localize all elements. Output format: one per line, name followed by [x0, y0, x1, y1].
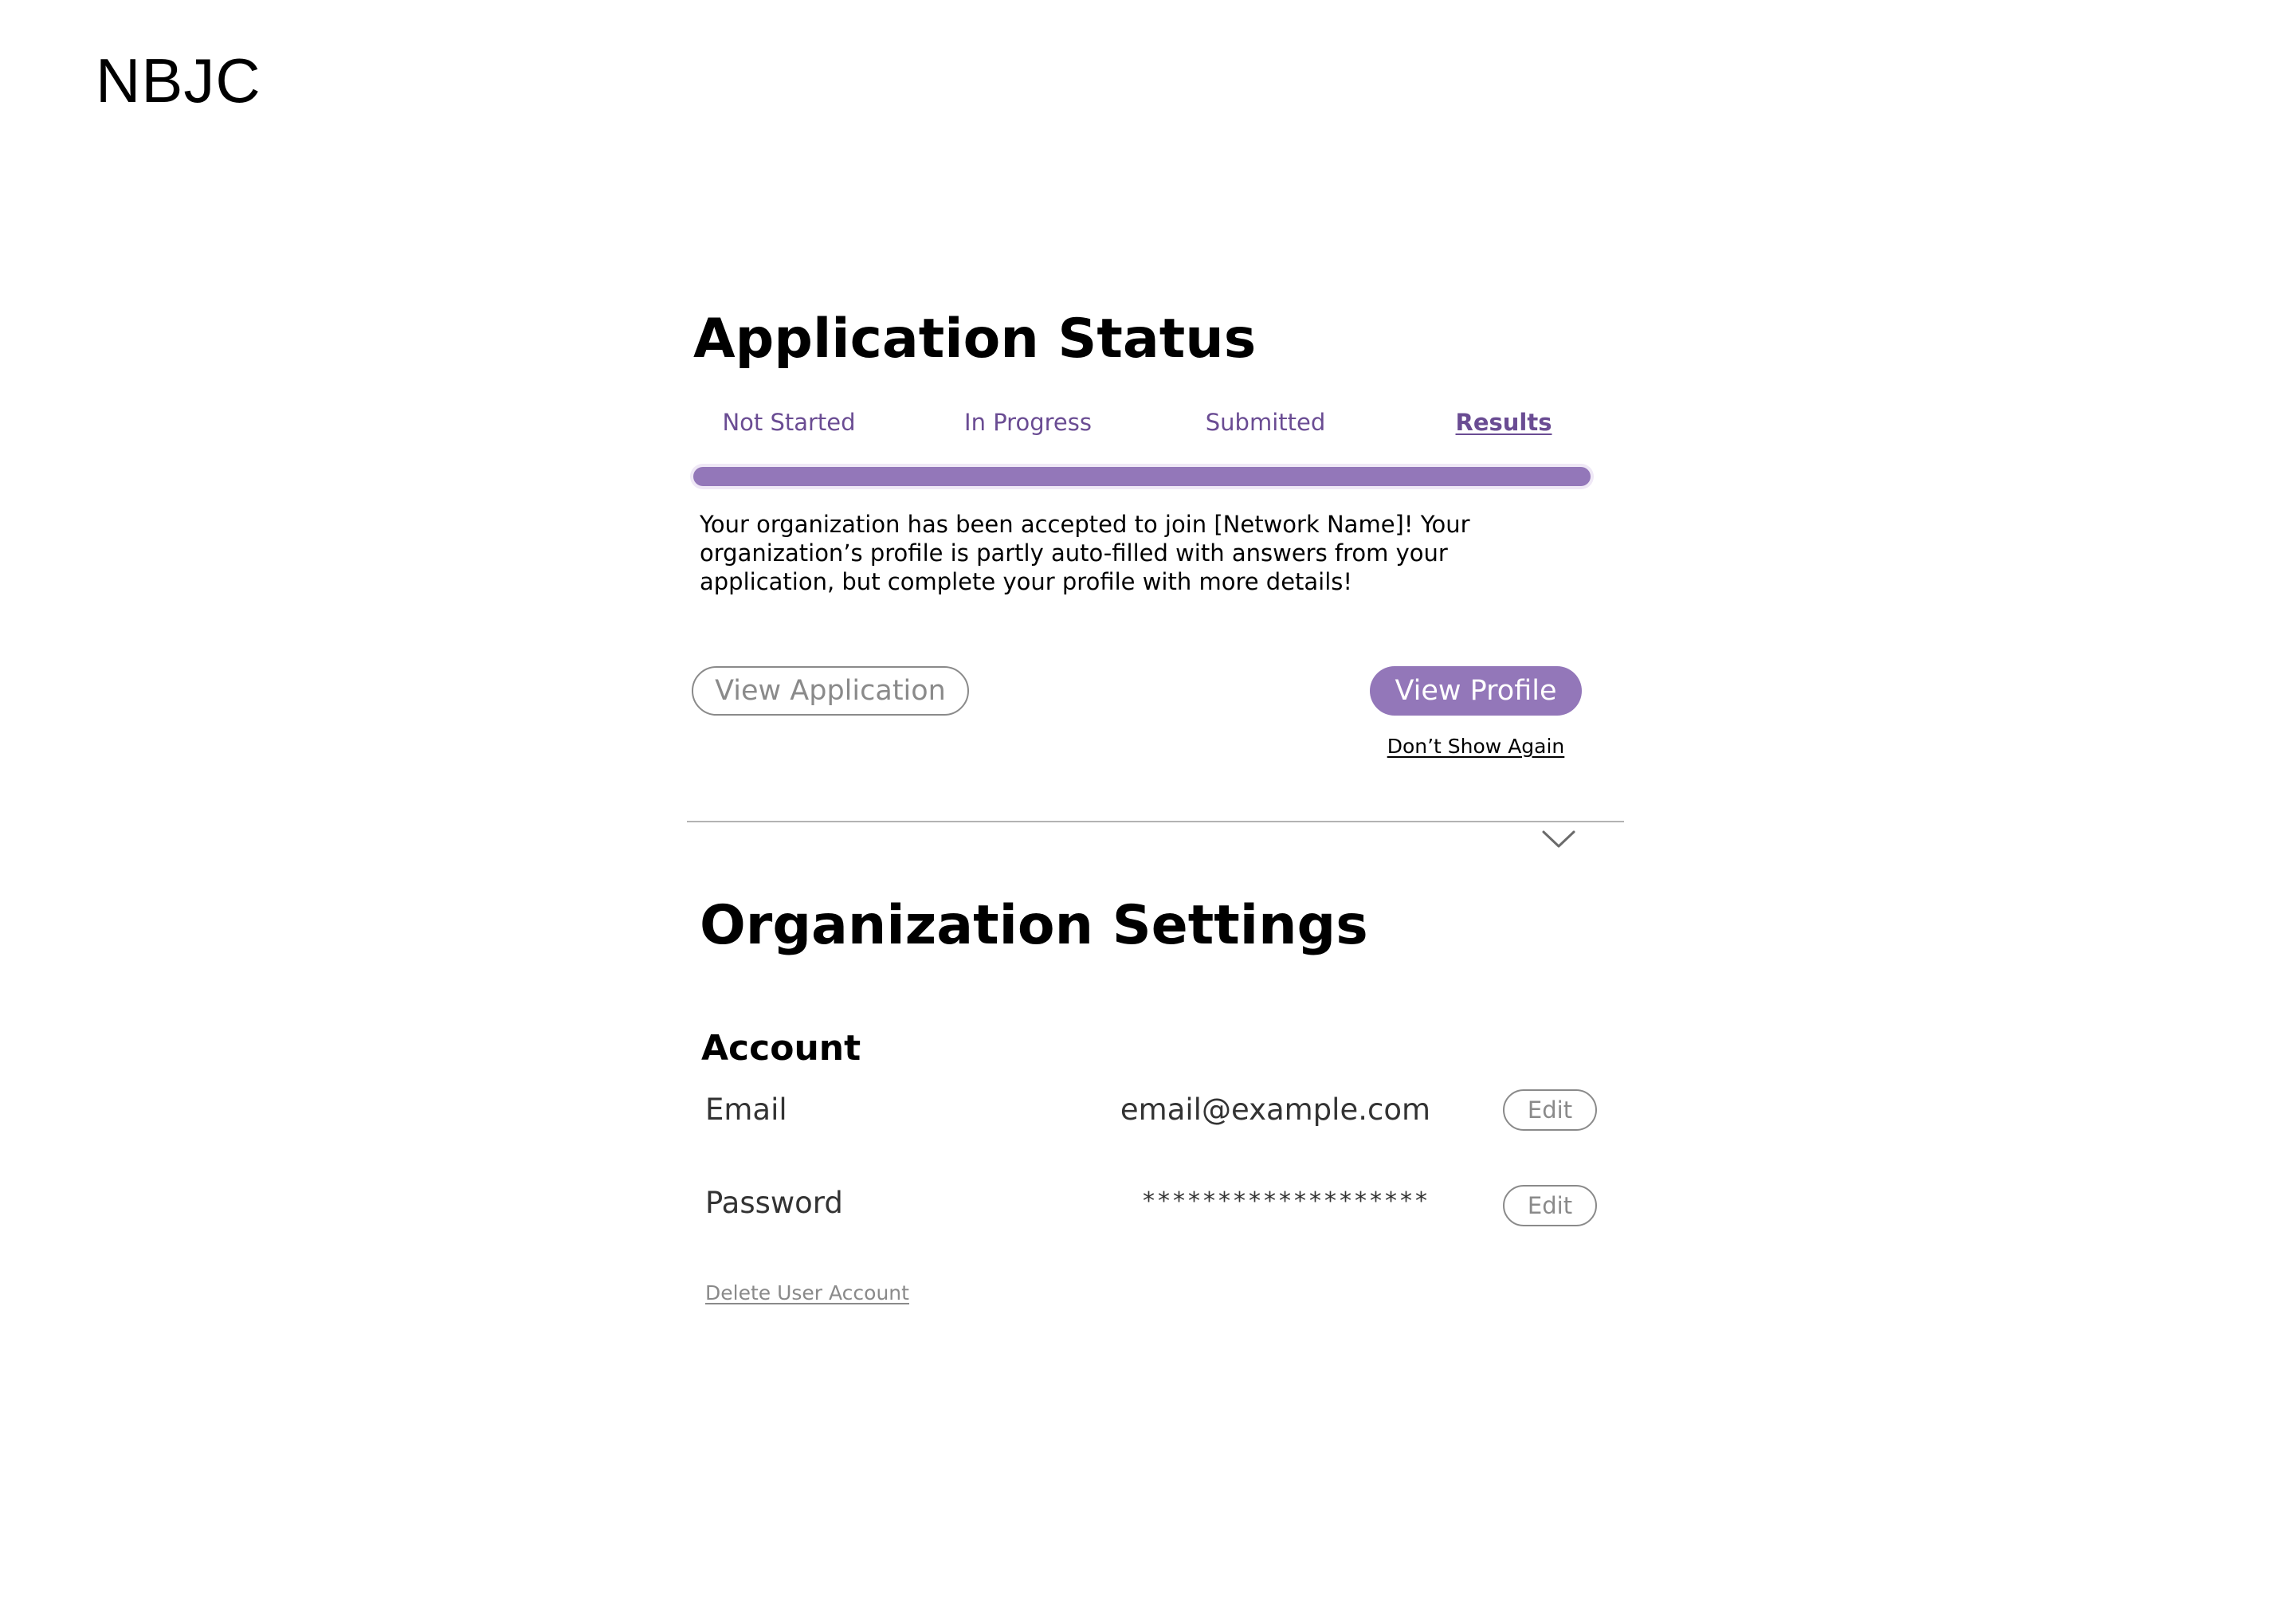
- progress-bar: [690, 464, 1594, 489]
- account-heading: Account: [701, 1028, 861, 1069]
- view-application-button[interactable]: View Application: [692, 666, 969, 716]
- password-label: Password: [705, 1186, 843, 1220]
- step-results[interactable]: Results: [1456, 408, 1552, 437]
- email-label: Email: [705, 1092, 787, 1127]
- view-profile-button[interactable]: View Profile: [1370, 666, 1582, 716]
- step-not-started[interactable]: Not Started: [722, 408, 855, 437]
- logo[interactable]: NBJC: [96, 49, 261, 112]
- step-in-progress[interactable]: In Progress: [964, 408, 1092, 437]
- application-status-title: Application Status: [693, 308, 1257, 371]
- dont-show-again-link[interactable]: Don’t Show Again: [1387, 735, 1565, 758]
- edit-email-button[interactable]: Edit: [1503, 1089, 1597, 1131]
- password-value: *******************: [1143, 1187, 1430, 1215]
- organization-settings-title: Organization Settings: [700, 894, 1368, 957]
- status-message: Your organization has been accepted to j…: [700, 511, 1470, 595]
- step-submitted[interactable]: Submitted: [1206, 408, 1326, 437]
- delete-user-account-link[interactable]: Delete User Account: [705, 1281, 909, 1304]
- section-divider: [687, 821, 1624, 822]
- edit-password-button[interactable]: Edit: [1503, 1185, 1597, 1226]
- progress-bar-fill: [693, 467, 1591, 486]
- chevron-down-icon[interactable]: [1541, 829, 1576, 849]
- email-value: email@example.com: [1120, 1092, 1430, 1127]
